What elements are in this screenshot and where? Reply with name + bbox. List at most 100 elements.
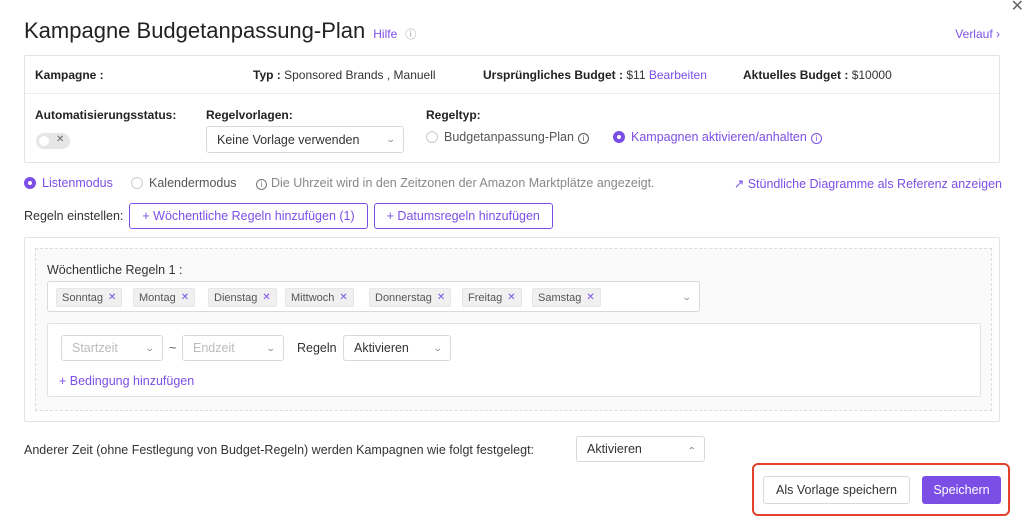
close-icon[interactable]: ✕ [181, 292, 189, 303]
budget-plan-modal: ✕ Kampagne Budgetanpassung-Plan Hilfe ⓘ … [0, 0, 1024, 529]
chevron-down-icon: ⌄ [266, 342, 277, 353]
chevron-down-icon: ⌄ [145, 342, 156, 353]
default-behavior-value: Aktivieren [587, 442, 642, 456]
type-value: Sponsored Brands , Manuell [284, 68, 436, 82]
days-multiselect[interactable]: Sonntag ✕ Montag ✕ Dienstag ✕ Mittwoch ✕ Don… [47, 281, 700, 312]
automation-toggle[interactable]: ✕ [36, 133, 70, 149]
info-icon: i [577, 133, 589, 144]
start-time-select[interactable]: Startzeit ⌄ [61, 335, 163, 361]
trend-icon: ↗ [733, 177, 745, 191]
save-button[interactable]: Speichern [922, 476, 1001, 504]
hourly-chart-link-label: Stündliche Diagramme als Referenz anzeig… [747, 177, 1002, 191]
original-budget: Ursprüngliches Budget : $11 Bearbeiten [483, 68, 707, 82]
campaign-label: Kampagne : [35, 68, 104, 82]
day-tag: Mittwoch ✕ [285, 288, 354, 307]
rule-template-value: Keine Vorlage verwenden [217, 132, 360, 147]
close-icon[interactable]: ✕ [507, 292, 515, 303]
original-budget-value: $11 [626, 68, 646, 82]
rule-type-label: Regeltyp: [426, 108, 481, 122]
default-behavior-label: Anderer Zeit (ohne Festlegung von Budget… [24, 443, 535, 457]
radio-unchecked[interactable] [131, 177, 143, 189]
rule-template-label: Regelvorlagen: [206, 108, 293, 122]
chevron-down-icon: ⌄ [433, 342, 444, 353]
edit-budget-link[interactable]: Bearbeiten [649, 68, 707, 82]
end-time-placeholder: Endzeit [193, 341, 235, 355]
timezone-note: i Die Uhrzeit wird in den Zeitzonen der A… [256, 176, 655, 190]
hourly-chart-link[interactable]: ↗ Stündliche Diagramme als Referenz anze… [734, 176, 1002, 191]
info-icon: i [810, 133, 822, 144]
chevron-down-icon: ⌄ [682, 292, 693, 302]
day-tag: Dienstag ✕ [208, 288, 277, 307]
day-tag-label: Mittwoch [291, 291, 335, 304]
rules-panel: Wöchentliche Regeln 1 : Sonntag ✕ Montag ✕… [24, 237, 1000, 422]
radio-checked[interactable] [24, 177, 36, 189]
default-behavior-select[interactable]: Aktivieren ⌄ [576, 436, 705, 462]
rule-type-activate-pause-label: Kampagnen aktivieren/anhalten [631, 130, 807, 144]
list-mode-option[interactable]: Listenmodus [24, 176, 113, 190]
day-tag: Donnerstag ✕ [369, 288, 452, 307]
close-icon[interactable]: ✕ [586, 292, 594, 303]
toggle-off-icon: ✕ [56, 134, 65, 145]
chevron-up-icon: ⌄ [687, 444, 698, 455]
day-tag-label: Sonntag [62, 291, 103, 304]
close-icon[interactable]: ✕ [437, 292, 445, 303]
campaign-info-row: Kampagne : Typ : Sponsored Brands , Manu… [35, 68, 989, 84]
toggle-knob [39, 136, 49, 146]
current-budget-label: Aktuelles Budget : [743, 68, 849, 82]
rule-template-select[interactable]: Keine Vorlage verwenden ⌄ [206, 126, 404, 153]
info-icon: i [256, 179, 267, 190]
current-budget: Aktuelles Budget : $10000 [743, 68, 892, 82]
weekly-rule-title: Wöchentliche Regeln 1 : [47, 263, 183, 277]
list-mode-label: Listenmodus [42, 176, 113, 190]
close-icon[interactable]: ✕ [108, 292, 116, 303]
range-separator: ~ [169, 341, 177, 355]
info-icon: ⓘ [405, 29, 417, 41]
save-as-template-button[interactable]: Als Vorlage speichern [763, 476, 910, 504]
add-condition-link[interactable]: + Bedingung hinzufügen [59, 374, 194, 388]
day-tag-label: Dienstag [214, 291, 258, 304]
history-link[interactable]: Verlauf › [955, 27, 1000, 41]
add-date-rules-button[interactable]: + Datumsregeln hinzufügen [373, 203, 553, 229]
timezone-note-text: Die Uhrzeit wird in den Zeitzonen der Am… [271, 176, 655, 190]
help-link[interactable]: Hilfe [373, 27, 397, 41]
add-weekly-rules-button[interactable]: + Wöchentliche Regeln hinzufügen (1) [129, 203, 368, 229]
rules-row: Regeln einstellen: + Wöchentliche Regeln… [24, 203, 553, 229]
modal-header: Kampagne Budgetanpassung-Plan Hilfe ⓘ [24, 18, 416, 44]
rule-type-budget-plan[interactable]: Budgetanpassung-Plan i [426, 130, 589, 144]
condition-card: Startzeit ⌄ ~ Endzeit ⌄ Regeln Aktiviere… [47, 323, 981, 397]
calendar-mode-option[interactable]: Kalendermodus [131, 176, 237, 190]
rule-action-select[interactable]: Aktivieren ⌄ [343, 335, 451, 361]
close-icon[interactable]: ✕ [262, 292, 270, 303]
campaign-settings-panel: Kampagne : Typ : Sponsored Brands , Manu… [24, 55, 1000, 163]
automation-status-label: Automatisierungsstatus: [35, 108, 177, 122]
rule-type-activate-pause[interactable]: Kampagnen aktivieren/anhalten i [613, 130, 822, 144]
rule-action-label: Regeln [297, 341, 337, 355]
day-tag-label: Donnerstag [375, 291, 432, 304]
type-label: Typ : [253, 68, 281, 82]
close-icon[interactable]: ✕ [1011, 0, 1024, 16]
calendar-mode-label: Kalendermodus [149, 176, 237, 190]
radio-unchecked[interactable] [426, 131, 438, 143]
rules-label: Regeln einstellen: [24, 209, 124, 223]
divider [25, 93, 999, 94]
campaign-type: Typ : Sponsored Brands , Manuell [253, 68, 436, 82]
original-budget-label: Ursprüngliches Budget : [483, 68, 624, 82]
end-time-select[interactable]: Endzeit ⌄ [182, 335, 284, 361]
rule-type-budget-plan-label: Budgetanpassung-Plan [444, 130, 574, 144]
day-tag-label: Samstag [538, 291, 582, 304]
day-tag-label: Montag [139, 291, 176, 304]
page-title: Kampagne Budgetanpassung-Plan [24, 18, 366, 43]
default-behavior-row: Anderer Zeit (ohne Festlegung von Budget… [24, 443, 534, 457]
day-tag: Sonntag ✕ [56, 288, 123, 307]
chevron-down-icon: ⌄ [386, 134, 397, 144]
day-tag-label: Freitag [468, 291, 503, 304]
close-icon[interactable]: ✕ [339, 292, 347, 303]
day-tag: Freitag ✕ [462, 288, 522, 307]
start-time-placeholder: Startzeit [72, 341, 118, 355]
radio-checked[interactable] [613, 131, 625, 143]
weekly-rule-card: Wöchentliche Regeln 1 : Sonntag ✕ Montag ✕… [35, 248, 992, 411]
day-tag: Samstag ✕ [532, 288, 601, 307]
rule-action-value: Aktivieren [354, 341, 409, 355]
day-tag: Montag ✕ [133, 288, 196, 307]
mode-row: Listenmodus Kalendermodus i Die Uhrzeit w… [24, 176, 1002, 192]
